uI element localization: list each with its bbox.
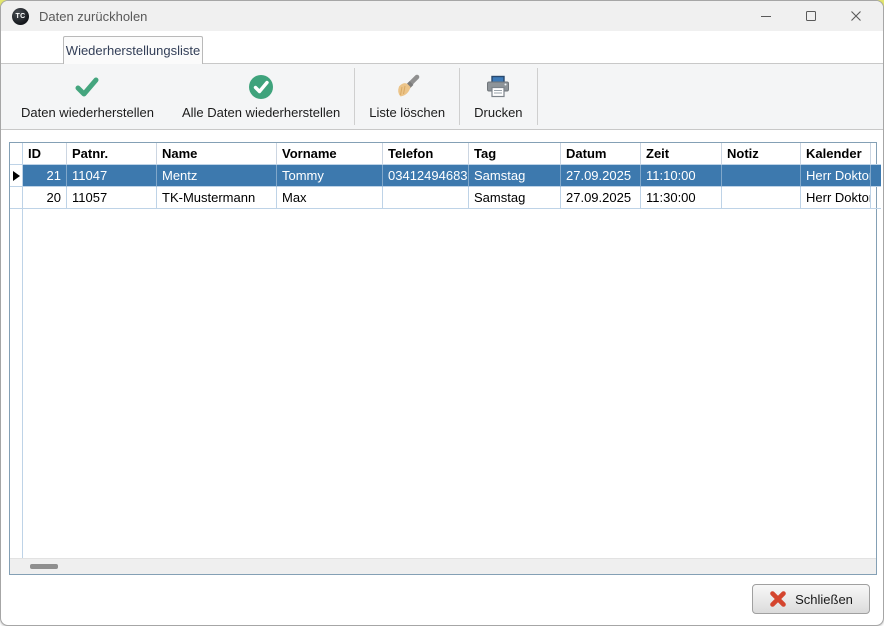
column-header-notiz[interactable]: Notiz [722,143,801,165]
window-close-button[interactable] [847,7,865,25]
table-cell: Mentz [157,165,277,187]
window-controls [757,1,883,31]
table-row[interactable]: 2111047MentzTommy03412494683Samstag27.09… [10,165,876,187]
column-header-name[interactable]: Name [157,143,277,165]
table-cell: 27.09.2025 [561,165,641,187]
column-header-filler [871,143,881,165]
red-x-icon [769,590,787,608]
close-button[interactable]: Schließen [752,584,870,614]
table-cell: 27.09.2025 [561,187,641,209]
indicator-column-header [10,143,23,165]
column-header-tag[interactable]: Tag [469,143,561,165]
column-header-vorname[interactable]: Vorname [277,143,383,165]
maximize-button[interactable] [802,7,820,25]
titlebar[interactable]: TC Daten zurückholen [1,1,883,31]
dialog-window: TC Daten zurückholen Wiederherstellungsl… [0,0,884,626]
print-label: Drucken [474,105,522,120]
tab-wiederherstellungsliste[interactable]: Wiederherstellungsliste [63,36,203,64]
recovery-table: IDPatnr.NameVornameTelefonTagDatumZeitNo… [9,142,877,575]
column-header-telefon[interactable]: Telefon [383,143,469,165]
printer-icon [484,74,512,101]
print-button[interactable]: Drucken [460,64,536,129]
row-indicator [10,187,23,209]
app-icon: TC [12,8,29,25]
table-cell: 20 [23,187,67,209]
table-cell: TK-Mustermann [157,187,277,209]
check-icon [74,74,100,101]
toolbar-separator [537,68,538,125]
column-header-zeit[interactable]: Zeit [641,143,722,165]
table-cell: Samstag [469,187,561,209]
table-cell: Tommy [277,165,383,187]
table-cell: 21 [23,165,67,187]
table-cell [722,165,801,187]
table-header: IDPatnr.NameVornameTelefonTagDatumZeitNo… [10,143,876,165]
current-row-arrow-icon [13,171,20,181]
clear-list-label: Liste löschen [369,105,445,120]
row-filler [871,187,881,209]
table-empty-area [10,209,876,558]
toolbar: Daten wiederherstellen Alle Daten wieder… [1,63,883,130]
close-button-label: Schließen [795,592,853,607]
maximize-icon [805,10,817,22]
column-header-datum[interactable]: Datum [561,143,641,165]
table-row[interactable]: 2011057TK-MustermannMax Samstag27.09.2025… [10,187,876,209]
close-icon [850,10,862,22]
column-header-patnr[interactable]: Patnr. [67,143,157,165]
window-title: Daten zurückholen [39,9,147,24]
table-cell: Max [277,187,383,209]
table-cell: Herr Doktor [801,165,871,187]
table-cell: Samstag [469,165,561,187]
indicator-gutter [10,209,23,558]
table-cell: 03412494683 [383,165,469,187]
minimize-icon [760,10,772,22]
table-cell: Herr Doktor [801,187,871,209]
column-header-id[interactable]: ID [23,143,67,165]
restore-data-label: Daten wiederherstellen [21,105,154,120]
table-cell [383,187,469,209]
broom-icon [394,74,420,101]
table-cell [722,187,801,209]
scrollbar-thumb[interactable] [30,564,58,569]
restore-all-data-label: Alle Daten wiederherstellen [182,105,340,120]
tab-label: Wiederherstellungsliste [66,43,200,58]
clear-list-button[interactable]: Liste löschen [355,64,459,129]
row-indicator [10,165,23,187]
table-cell: 11047 [67,165,157,187]
horizontal-scrollbar[interactable] [10,558,876,574]
row-filler [871,165,881,187]
table-cell: 11:30:00 [641,187,722,209]
minimize-button[interactable] [757,7,775,25]
column-header-kalender[interactable]: Kalender [801,143,871,165]
restore-all-data-button[interactable]: Alle Daten wiederherstellen [168,64,354,129]
table-body: 2111047MentzTommy03412494683Samstag27.09… [10,165,876,209]
tab-strip: Wiederherstellungsliste [1,31,883,63]
circle-check-icon [248,74,274,101]
table-cell: 11057 [67,187,157,209]
table-cell: 11:10:00 [641,165,722,187]
restore-data-button[interactable]: Daten wiederherstellen [7,64,168,129]
